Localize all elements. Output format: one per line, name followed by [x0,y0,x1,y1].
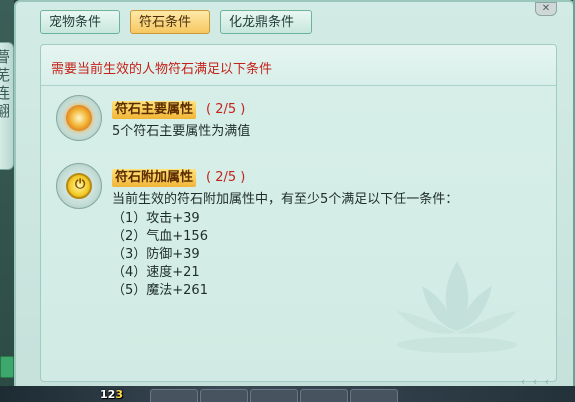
list-item: （4）速度+21 [112,265,200,280]
tab-pet-conditions[interactable]: 宠物条件 [40,10,120,34]
requirement-description: 当前生效的符石附加属性中，有至少5个满足以下任一条件： [112,192,459,207]
hud-counter-highlight: 3 [115,388,123,401]
conditions-window: 宠物条件 符石条件 化龙鼎条件 ✕ 需要当前生效的人物符石满足以下条件 符石主要… [14,0,575,392]
list-item: （5）魔法+261 [112,283,208,298]
tab-rune-conditions[interactable]: 符石条件 [130,10,210,34]
side-scroll-tab[interactable]: 瞢芜连翩 [0,42,14,170]
lotus-watermark-icon [397,261,517,353]
requirement-title: 符石附加属性 [112,169,197,187]
game-hud-strip: 123 [0,386,575,402]
requirement-title: 符石主要属性 [112,101,197,119]
left-decoration: 瞢芜连翩 [0,0,14,402]
requirement-count: ( 2/5 ) [206,102,246,117]
hud-counter: 123 [100,388,123,401]
panel-title: 需要当前生效的人物符石满足以下条件 [51,62,273,77]
panel-header: 需要当前生效的人物符石满足以下条件 [41,45,556,86]
conditions-panel: 需要当前生效的人物符石满足以下条件 符石主要属性 ( 2/5 ) 5个符石主要属… [40,44,557,382]
gold-rune-icon: ⏻ [56,163,102,209]
left-badge-icon[interactable] [0,356,14,378]
list-item: （2）气血+156 [112,229,208,244]
close-icon[interactable]: ✕ [535,2,557,16]
hud-slot[interactable] [350,389,398,402]
hud-slot[interactable] [150,389,198,402]
hud-slot[interactable] [200,389,248,402]
condition-list: （1）攻击+39 （2）气血+156 （3）防御+39 （4）速度+21 （5）… [112,210,208,300]
hud-slot[interactable] [250,389,298,402]
fire-rune-icon [56,95,102,141]
list-item: （1）攻击+39 [112,211,200,226]
hud-slot[interactable] [300,389,348,402]
hud-counter-main: 12 [100,388,116,401]
requirement-description: 5个符石主要属性为满值 [112,124,251,139]
list-item: （3）防御+39 [112,247,200,262]
requirement-count: ( 2/5 ) [206,170,246,185]
tab-dragon-cauldron-conditions[interactable]: 化龙鼎条件 [220,10,312,34]
